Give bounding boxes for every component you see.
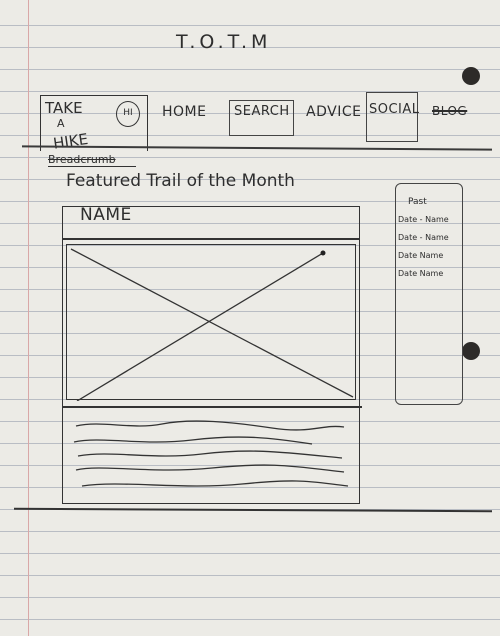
sidebar-item[interactable]: Date Name: [398, 247, 468, 265]
nav-home[interactable]: HOME: [162, 104, 206, 120]
page-heading: T.O.T.M: [176, 31, 272, 53]
image-divider: [62, 406, 362, 408]
binder-hole: [462, 67, 480, 85]
trail-name: NAME: [80, 205, 132, 225]
page-title: Featured Trail of the Month: [66, 171, 295, 191]
image-placeholder-icon: [70, 248, 354, 401]
nav-blog[interactable]: BLOG: [432, 104, 467, 118]
nav-social[interactable]: SOCIAL: [366, 92, 419, 142]
smiley-icon: HI: [116, 101, 140, 127]
description-placeholder: [73, 420, 349, 487]
logo[interactable]: TAKE A HIKE: [45, 99, 115, 153]
breadcrumb[interactable]: Breadcrumb: [48, 153, 136, 167]
past-trails-list: Past Date - Name Date - Name Date Name D…: [398, 193, 468, 283]
sidebar-heading: Past: [408, 197, 427, 207]
logo-line-1: TAKE: [45, 99, 83, 117]
nav-search[interactable]: SEARCH: [229, 100, 294, 136]
sidebar-item[interactable]: Date - Name: [398, 211, 468, 229]
trail-image-placeholder: [66, 244, 356, 401]
binder-hole: [462, 342, 480, 360]
sidebar-item[interactable]: Date - Name: [398, 229, 468, 247]
margin-line: [28, 0, 29, 636]
nav-advice[interactable]: ADVICE: [306, 104, 361, 120]
card-divider: [62, 238, 360, 240]
sidebar-item[interactable]: Date Name: [398, 265, 468, 283]
